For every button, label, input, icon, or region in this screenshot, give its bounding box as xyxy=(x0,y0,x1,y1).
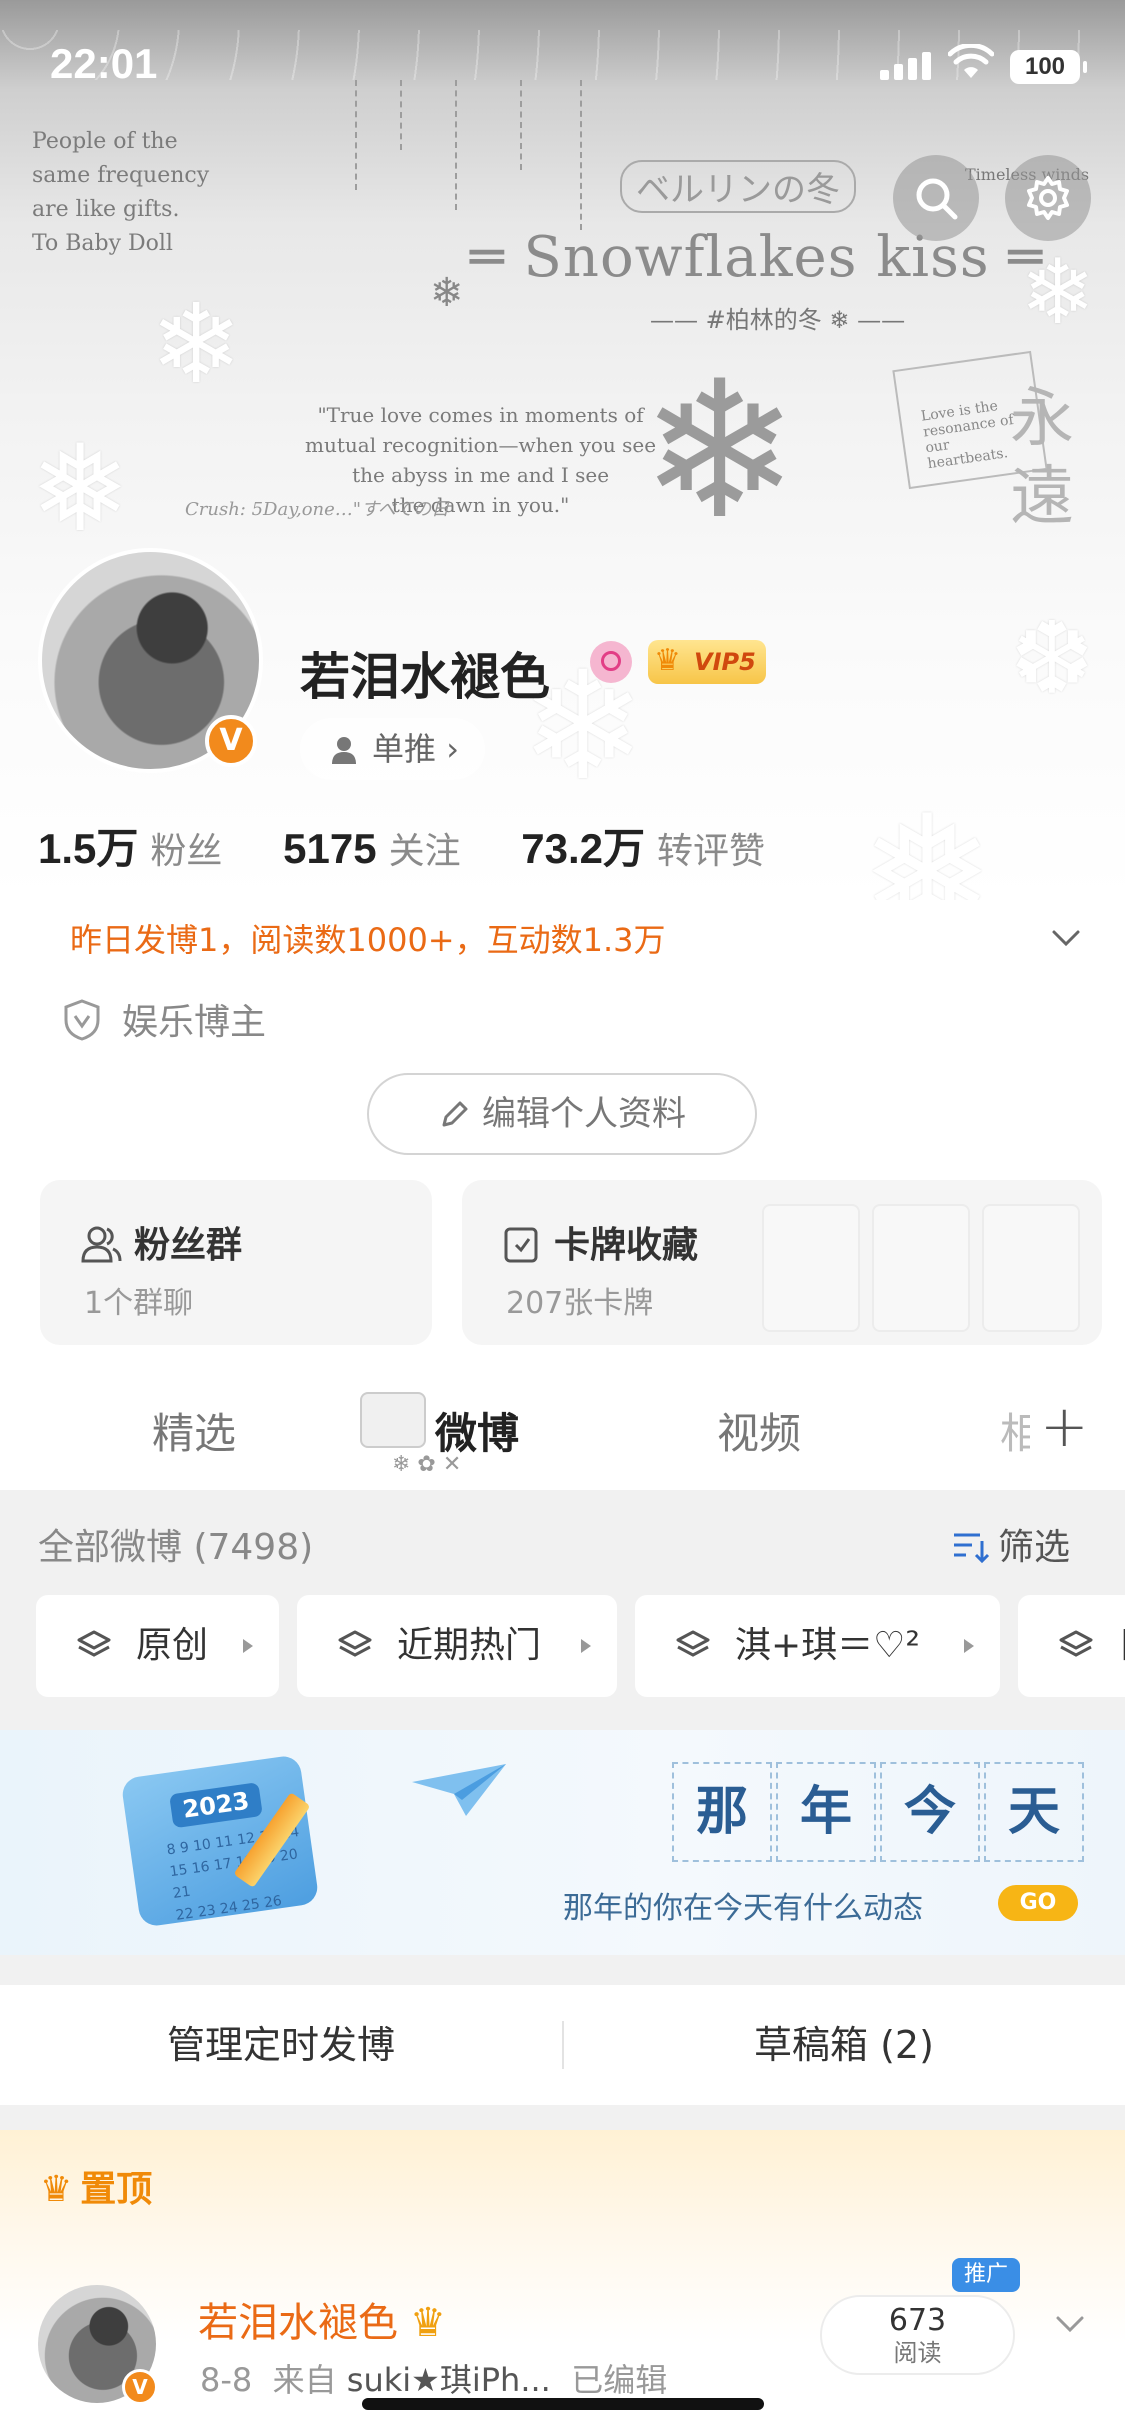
fans-group-sub: 1个群聊 xyxy=(84,1286,194,1321)
caret-right-icon xyxy=(581,1639,591,1653)
all-weibo-count: 全部微博 (7498) xyxy=(38,1527,314,1568)
stat-following[interactable]: 5175 关注 xyxy=(283,822,460,874)
profile-avatar[interactable]: V xyxy=(38,548,263,773)
snowflake-icon: ❄ xyxy=(640,340,800,561)
post-avatar[interactable]: V xyxy=(38,2285,158,2405)
chip-original[interactable]: 原创 xyxy=(36,1595,279,1697)
snowflake-icon: ❅ xyxy=(860,780,995,900)
snowflake-icon: ❆ xyxy=(1010,600,1094,717)
battery-indicator: 100 xyxy=(1010,50,1087,84)
cover-crush-text: Crush: 5Day,one…"すべての日 xyxy=(185,499,450,520)
crown-icon: ♛ xyxy=(654,643,681,678)
read-label: 阅读 xyxy=(893,2339,942,2367)
cover-left-text: People of the same frequency are like gi… xyxy=(32,129,210,256)
card-collection-card[interactable]: 卡牌收藏 207张卡牌 xyxy=(462,1180,1102,1345)
promote-badge[interactable]: 推广 xyxy=(952,2258,1021,2292)
role-label: 娱乐博主 xyxy=(62,993,266,1045)
paper-plane-icon xyxy=(412,1764,506,1816)
wifi-icon xyxy=(948,44,994,78)
profile-stats: 1.5万 粉丝 5175 关注 73.2万 转评赞 xyxy=(38,815,813,876)
chevron-down-icon[interactable] xyxy=(1052,2310,1088,2340)
crown-icon: ♛ xyxy=(410,2300,446,2346)
card-thumbnail xyxy=(982,1204,1080,1332)
chip-custom-tag[interactable]: 淇+琪＝♡² xyxy=(635,1595,1000,1697)
add-tab-button[interactable]: + xyxy=(1040,1392,1089,1460)
stat-followers[interactable]: 1.5万 粉丝 xyxy=(38,815,222,876)
settings-button[interactable] xyxy=(1005,155,1091,241)
read-count: 673 xyxy=(888,2303,947,2338)
chip-more[interactable]: 目 xyxy=(1018,1595,1125,1697)
caret-right-icon xyxy=(243,1639,253,1653)
snowflake-icon: ❄ xyxy=(430,270,464,316)
verified-badge: V xyxy=(122,2369,158,2405)
status-bar: 22:01 100 xyxy=(0,0,1125,140)
cover-jp-title: ベルリンの冬 xyxy=(620,160,856,213)
snowflake-icon: ❄ xyxy=(150,280,243,408)
tab-video[interactable]: 视频 xyxy=(717,1400,801,1461)
calendar-icon: 2023 8 9 10 11 12 13 14 15 16 17 18 19 20… xyxy=(120,1754,320,1928)
on-this-day-title: 那 年 今 天 xyxy=(672,1762,1088,1862)
search-button[interactable] xyxy=(893,155,979,241)
edit-profile-button[interactable]: 编辑个人资料 xyxy=(367,1073,757,1155)
card-collection-sub: 207张卡牌 xyxy=(506,1286,654,1321)
tab-album[interactable]: 相 xyxy=(1000,1400,1030,1461)
cover-big-chars: 永 遠 xyxy=(1010,382,1074,534)
profile-tabs: 精选 ❄ ✿ ✕ 微博 视频 相 + xyxy=(0,1370,1125,1490)
status-time: 22:01 xyxy=(50,40,158,87)
on-this-day-subtitle: 那年的你在今天有什么动态 xyxy=(563,1891,923,1926)
stat-interactions[interactable]: 73.2万 转评赞 xyxy=(521,815,765,876)
verified-badge: V xyxy=(205,715,257,767)
on-this-day-banner[interactable]: 2023 8 9 10 11 12 13 14 15 16 17 18 19 20… xyxy=(0,1730,1125,1955)
pinned-post[interactable]: ♛ 置顶 V 若泪水褪色 ♛ 8-8 来自 suki★琪iPh... 已编辑 推广 … xyxy=(0,2130,1125,2436)
home-indicator xyxy=(362,2398,764,2410)
layers-icon xyxy=(338,1630,372,1657)
card-icon xyxy=(504,1227,538,1263)
fans-group-card[interactable]: 粉丝群 1个群聊 xyxy=(40,1180,432,1345)
tab-featured[interactable]: 精选 xyxy=(152,1400,236,1461)
female-gender-icon xyxy=(590,641,632,683)
cover-subtitle: —— #柏林的冬 ❄ —— xyxy=(650,306,906,334)
post-author[interactable]: 若泪水褪色 ♛ xyxy=(198,2290,446,2348)
filter-icon xyxy=(954,1533,990,1564)
shield-icon xyxy=(64,999,100,1041)
card-thumbnail xyxy=(872,1204,970,1332)
user-icon xyxy=(332,737,356,764)
pinned-label: ♛ 置顶 xyxy=(40,2169,153,2210)
layers-icon xyxy=(1059,1630,1093,1657)
manage-bar: 管理定时发博 草稿箱 (2) xyxy=(0,1985,1125,2105)
pencil-icon xyxy=(442,1101,468,1127)
gear-icon xyxy=(1027,176,1069,220)
tab-weibo[interactable]: 微博 xyxy=(435,1400,519,1461)
drafts-button[interactable]: 草稿箱 (2) xyxy=(563,1985,1125,2105)
post-source[interactable]: suki★琪iPh... xyxy=(347,2361,551,2399)
chip-recent-hot[interactable]: 近期热门 xyxy=(297,1595,617,1697)
filter-button[interactable]: 筛选 xyxy=(950,1518,1070,1570)
scheduled-posts-button[interactable]: 管理定时发博 xyxy=(0,1985,562,2105)
vip-badge[interactable]: ♛ VIP5 xyxy=(648,640,766,684)
caret-right-icon xyxy=(964,1639,974,1653)
calendar-year: 2023 xyxy=(169,1782,263,1829)
cellular-signal-icon xyxy=(880,52,936,80)
read-count-box[interactable]: 673 阅读 xyxy=(820,2295,1015,2375)
activity-summary[interactable]: 昨日发博1，阅读数1000+，互动数1.3万 xyxy=(70,915,666,961)
tag-pill[interactable]: 单推 › xyxy=(300,718,485,780)
post-meta: 8-8 来自 suki★琪iPh... 已编辑 xyxy=(200,2361,668,2399)
card-thumbnail xyxy=(762,1204,860,1332)
chevron-down-icon[interactable] xyxy=(1048,920,1084,956)
group-icon xyxy=(81,1226,122,1263)
layers-icon xyxy=(77,1630,111,1657)
crown-icon: ♛ xyxy=(40,2169,73,2210)
mailbox-icon xyxy=(360,1392,426,1448)
snowflake-icon: ❅ xyxy=(30,420,131,559)
search-icon xyxy=(916,178,958,220)
layers-icon xyxy=(676,1630,710,1657)
go-button[interactable]: GO xyxy=(998,1885,1078,1921)
snowflake-icon: ❄ xyxy=(1020,240,1096,345)
card-collection-title: 卡牌收藏 xyxy=(502,1216,698,1268)
fans-group-title: 粉丝群 xyxy=(80,1216,242,1268)
profile-username: 若泪水褪色 xyxy=(300,648,550,706)
